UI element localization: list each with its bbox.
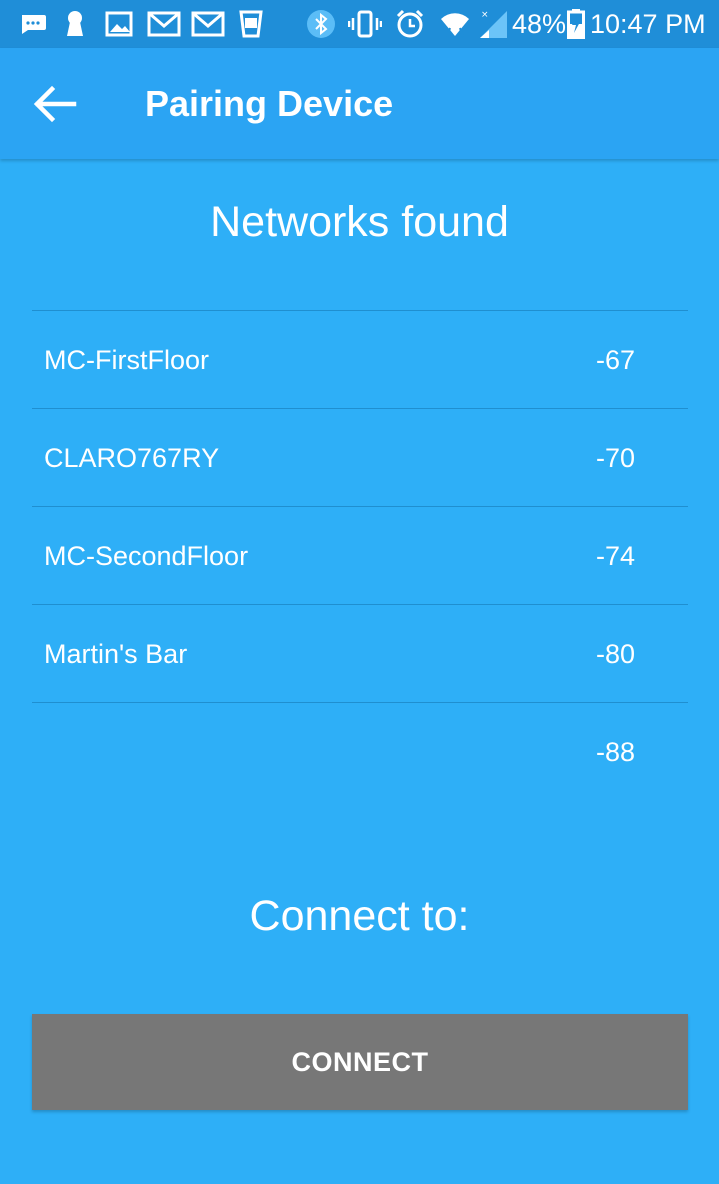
network-name: CLARO767RY xyxy=(44,443,220,473)
gmail-icon xyxy=(147,9,181,39)
network-signal-strength: -70 xyxy=(595,443,635,473)
signal-icon: × xyxy=(476,9,510,39)
app-bar: Pairing Device xyxy=(0,48,719,159)
network-list-item[interactable]: Martin's Bar -80 xyxy=(32,604,688,702)
image-icon xyxy=(104,9,134,39)
connect-heading: Connect to: xyxy=(249,892,470,940)
network-list-item[interactable]: -88 xyxy=(32,702,688,800)
arrow-left-icon xyxy=(28,85,84,134)
network-list-item[interactable]: MC-FirstFloor -67 xyxy=(32,310,688,408)
keyhole-icon xyxy=(63,9,87,39)
svg-text:×: × xyxy=(481,10,489,20)
network-signal-strength: -80 xyxy=(595,639,635,669)
network-signal-strength: -74 xyxy=(595,541,635,571)
network-name: MC-FirstFloor xyxy=(44,345,209,375)
wifi-icon xyxy=(438,9,472,39)
network-list: MC-FirstFloor -67 CLARO767RY -70 MC-Seco… xyxy=(32,310,688,800)
network-name: Martin's Bar xyxy=(44,639,188,669)
battery-icon xyxy=(565,9,587,39)
status-time: 10:47 PM xyxy=(590,9,706,39)
status-bar: × 48% 10:47 PM xyxy=(0,0,719,48)
alarm-icon xyxy=(394,9,426,39)
bluetooth-icon xyxy=(306,9,336,39)
network-list-item[interactable]: CLARO767RY -70 xyxy=(32,408,688,506)
vibrate-icon xyxy=(348,9,382,39)
network-signal-strength: -88 xyxy=(595,737,635,767)
message-icon xyxy=(18,9,48,39)
connect-button[interactable]: CONNECT xyxy=(32,1014,688,1110)
network-signal-strength: -67 xyxy=(595,345,635,375)
battery-percent: 48% xyxy=(512,9,567,39)
network-list-item[interactable]: MC-SecondFloor -74 xyxy=(32,506,688,604)
page-title: Pairing Device xyxy=(145,83,394,124)
gmail-icon xyxy=(191,9,225,39)
cup-icon xyxy=(238,9,264,39)
networks-heading: Networks found xyxy=(210,198,509,246)
back-button[interactable] xyxy=(28,78,84,130)
network-name: MC-SecondFloor xyxy=(44,541,249,571)
